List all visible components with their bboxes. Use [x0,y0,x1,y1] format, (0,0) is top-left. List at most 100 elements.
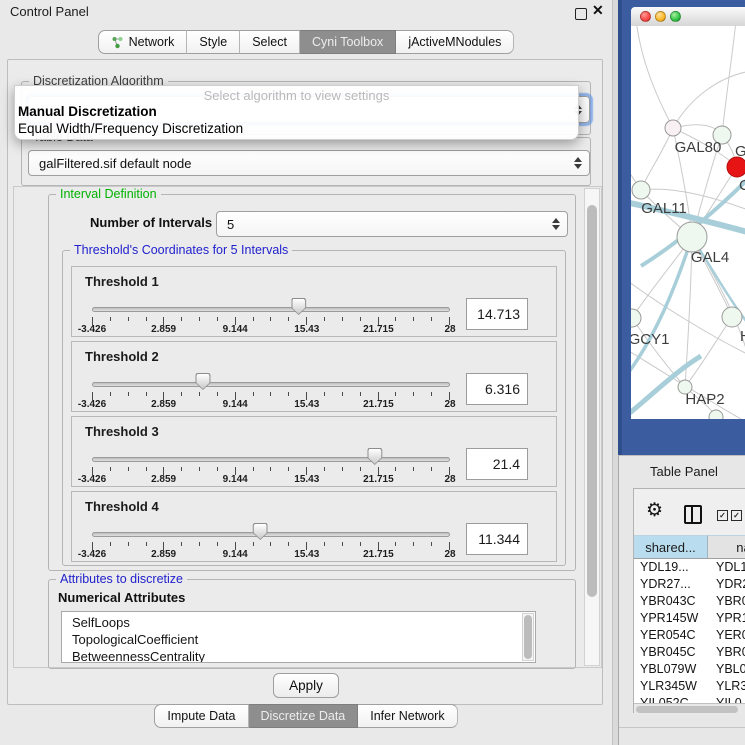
columns-icon[interactable] [684,505,702,524]
group-title: Interval Definition [56,187,161,201]
attributes-group: Attributes to discretize Numerical Attri… [48,579,576,669]
panel-title: Control Panel [10,4,89,19]
tab-label: Select [252,31,287,53]
tab-label: jActiveMNodules [408,31,501,53]
dropdown-option-equal-width-frequency[interactable]: Equal Width/Frequency Discretization [18,121,243,136]
tab-select[interactable]: Select [240,30,300,54]
column-header-name[interactable]: name [708,535,745,559]
list-item[interactable]: SelfLoops [62,614,535,631]
node-gcy1[interactable] [631,309,641,327]
slider-thumb[interactable] [195,373,210,390]
apply-button[interactable]: Apply [273,673,339,698]
select-checkbox-icon[interactable]: ✓ [731,510,742,521]
slider-tick-labels: -3.426 2.859 9.144 15.43 21.715 28 [92,399,450,411]
column-header-shared-name[interactable]: shared... [634,535,708,559]
network-icon [111,36,124,49]
network-canvas[interactable]: GAL80 G C GAL11 GAL4 GCY1 H HAP2 [631,26,745,419]
stepper-icon [574,157,582,169]
tab-network[interactable]: Network [98,30,188,54]
slider-thumb[interactable] [291,298,306,315]
interval-definition-group: Interval Definition Number of Intervals … [48,194,576,571]
cyni-panel: Discretization Algorithm Select algorith… [7,59,603,705]
list-item[interactable]: BetweennessCentrality [62,648,535,663]
number-of-intervals-select[interactable]: 5 [216,211,568,237]
threshold-label: Threshold 4 [85,499,159,514]
network-graph: GAL80 G C GAL11 GAL4 GCY1 H HAP2 [631,26,745,419]
slider-tick-labels: -3.426 2.859 9.144 15.43 21.715 28 [92,549,450,561]
list-scrollbar[interactable] [522,613,534,661]
table-header: shared... name [634,535,745,559]
table-row[interactable]: YBR045CYBR0 [634,644,745,661]
table-row[interactable]: YLR345WYLR3 [634,678,745,695]
table-row[interactable]: YBL079WYBL0 [634,661,745,678]
tab-discretize-data[interactable]: Discretize Data [249,704,359,728]
algorithm-dropdown-popup: Select algorithm to view settings Manual… [14,85,579,140]
tab-label: Infer Network [370,705,444,727]
minimize-button[interactable] [655,11,666,22]
intervals-value: 5 [227,217,234,232]
window-frame [618,0,622,455]
table-rows: YDL19...YDL1 YDR27...YDR2 YBR043CYBR0 YP… [634,559,745,703]
node-gal4[interactable] [677,222,707,252]
float-window-icon[interactable] [575,8,587,20]
group-title: Threshold's Coordinates for 5 Intervals [70,243,292,257]
table-row[interactable]: YER054CYER0 [634,627,745,644]
table-panel: Table Panel ⚙ ✓ ✓ shared... name YDL19..… [618,455,745,745]
list-item[interactable]: TopologicalCoefficient [62,631,535,648]
tab-impute-data[interactable]: Impute Data [154,704,248,728]
close-button[interactable] [640,11,651,22]
tab-infer-network[interactable]: Infer Network [358,704,457,728]
tab-cyni-toolbox[interactable]: Cyni Toolbox [300,30,396,54]
node-label: C [739,177,745,194]
node-selected-red[interactable] [727,157,745,177]
table-panel-title: Table Panel [650,464,718,479]
tab-label: Style [199,31,227,53]
control-panel-window: Control Panel ✕ Network Style Select Cyn… [0,0,613,745]
network-window-titlebar[interactable] [631,7,745,27]
toolbox-tabs: Network Style Select Cyni Toolbox jActiv… [0,30,612,54]
number-of-intervals-label: Number of Intervals [90,215,212,230]
threshold-2-panel: Threshold 2 -3.426 2.859 9.144 15.43 21.… [71,341,557,412]
select-all-checkbox-icon[interactable]: ✓ [717,510,728,521]
slider-thumb[interactable] [367,448,382,465]
horizontal-scrollbar[interactable] [634,703,745,715]
gear-icon[interactable]: ⚙ [646,501,663,520]
stepper-icon [552,218,560,230]
threshold-label: Threshold 3 [85,424,159,439]
threshold-value-field[interactable]: 11.344 [466,523,528,555]
table-row[interactable]: YBR043CYBR0 [634,593,745,610]
divider [619,727,745,728]
close-icon[interactable]: ✕ [592,2,604,19]
node-bottom-cut[interactable] [709,410,723,419]
threshold-label: Threshold 1 [85,274,159,289]
slider-thumb[interactable] [253,523,268,540]
vertical-scrollbar[interactable] [584,188,600,666]
node-gal80[interactable] [665,120,681,136]
slider-tick-labels: -3.426 2.859 9.144 15.43 21.715 28 [92,474,450,486]
table-row[interactable]: YPR145WYPR1 [634,610,745,627]
threshold-1-panel: Threshold 1 -3.426 2.859 9.144 15.43 21.… [71,266,557,337]
node-label: G [735,143,745,160]
table-row[interactable]: YDR27...YDR2 [634,576,745,593]
node-gal11[interactable] [632,181,650,199]
threshold-label: Threshold 2 [85,349,159,364]
table-data-select[interactable]: galFiltered.sif default node [28,150,590,176]
zoom-button[interactable] [670,11,681,22]
threshold-value-field[interactable]: 6.316 [466,373,528,405]
table-row[interactable]: YDL19...YDL1 [634,559,745,576]
threshold-coordinates-group: Threshold's Coordinates for 5 Intervals … [62,250,566,566]
node-label: GAL80 [675,139,722,156]
node-cut-right[interactable] [722,307,742,327]
selected-table: galFiltered.sif default node [39,156,191,171]
settings-scroll-area: Interval Definition Number of Intervals … [13,186,602,668]
tab-jactivemnodules[interactable]: jActiveMNodules [396,30,514,54]
numerical-attributes-list[interactable]: SelfLoops TopologicalCoefficient Between… [61,611,536,663]
table-row[interactable]: YIL052CYIL0 [634,695,745,703]
node-label: GAL4 [691,249,729,266]
tab-style[interactable]: Style [187,30,240,54]
tab-label: Network [129,31,175,53]
threshold-4-panel: Threshold 4 -3.426 2.859 9.144 15.43 21.… [71,491,557,562]
dropdown-option-manual-discretization[interactable]: Manual Discretization [18,104,157,119]
threshold-value-field[interactable]: 14.713 [466,298,528,330]
threshold-value-field[interactable]: 21.4 [466,448,528,480]
